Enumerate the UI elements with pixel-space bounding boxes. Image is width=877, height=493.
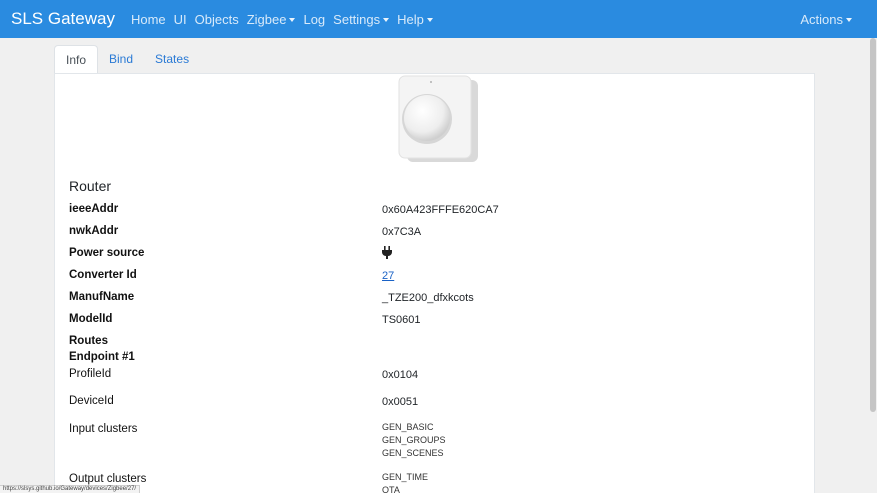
output-cluster-item: GEN_TIME	[382, 472, 429, 482]
tab-info[interactable]: Info	[54, 45, 99, 74]
navbar: SLS Gateway Home UI Objects Zigbee Log S…	[0, 0, 877, 38]
page-scrollbar[interactable]	[869, 38, 877, 493]
nav-ui[interactable]: UI	[174, 12, 187, 27]
input-clusters-label: Input clusters	[69, 423, 138, 435]
caret-down-icon	[426, 17, 433, 22]
nav-log[interactable]: Log	[303, 12, 325, 27]
input-cluster-item: GEN_BASIC	[382, 422, 434, 432]
device-tabs: Info Bind States	[54, 45, 200, 74]
device-id-value: 0x0051	[382, 396, 419, 408]
model-id-label: ModelId	[69, 313, 113, 325]
model-id-value: TS0601	[382, 314, 421, 326]
profile-id-value: 0x0104	[382, 369, 419, 381]
caret-down-icon	[289, 17, 296, 22]
device-image	[398, 75, 478, 162]
routes-label: Routes	[69, 335, 108, 347]
profile-id-label: ProfileId	[69, 368, 112, 380]
caret-down-icon	[846, 17, 852, 22]
input-cluster-item: GEN_GROUPS	[382, 435, 446, 445]
nav-actions-dropdown[interactable]: Actions	[800, 12, 852, 27]
nwk-label: nwkAddr	[69, 225, 119, 237]
power-source-label: Power source	[69, 247, 145, 259]
nav-home[interactable]: Home	[131, 12, 166, 27]
tab-bind[interactable]: Bind	[98, 45, 144, 74]
input-cluster-item: GEN_SCENES	[382, 448, 444, 458]
ieee-label: ieeeAddr	[69, 203, 119, 215]
ieee-value: 0x60A423FFFE620CA7	[382, 204, 499, 216]
tab-states[interactable]: States	[144, 45, 200, 74]
brand-link[interactable]: SLS Gateway	[11, 9, 115, 29]
device-type-heading: Router	[69, 178, 112, 194]
nav-zigbee-dropdown[interactable]: Zigbee	[247, 12, 296, 27]
info-panel: Router ieeeAddr 0x60A423FFFE620CA7 nwkAd…	[54, 73, 815, 493]
output-clusters-label: Output clusters	[69, 473, 147, 485]
manuf-name-value: _TZE200_dfxkcots	[382, 292, 474, 304]
manuf-name-label: ManufName	[69, 291, 135, 303]
converter-id-label: Converter Id	[69, 269, 137, 281]
nav-settings-dropdown[interactable]: Settings	[333, 12, 390, 27]
converter-id-link[interactable]: 27	[382, 270, 394, 282]
scrollbar-thumb[interactable]	[870, 38, 876, 412]
caret-down-icon	[383, 17, 390, 22]
plug-icon	[382, 246, 392, 259]
nav-help-dropdown[interactable]: Help	[397, 12, 433, 27]
output-cluster-item: OTA	[382, 485, 400, 493]
endpoint-title: Endpoint #1	[69, 351, 135, 363]
device-id-label: DeviceId	[69, 395, 114, 407]
nav-objects[interactable]: Objects	[195, 12, 239, 27]
nwk-value: 0x7C3A	[382, 226, 422, 238]
status-url-bar: https://slsys.github.io/Gateway/devices/…	[0, 485, 141, 493]
